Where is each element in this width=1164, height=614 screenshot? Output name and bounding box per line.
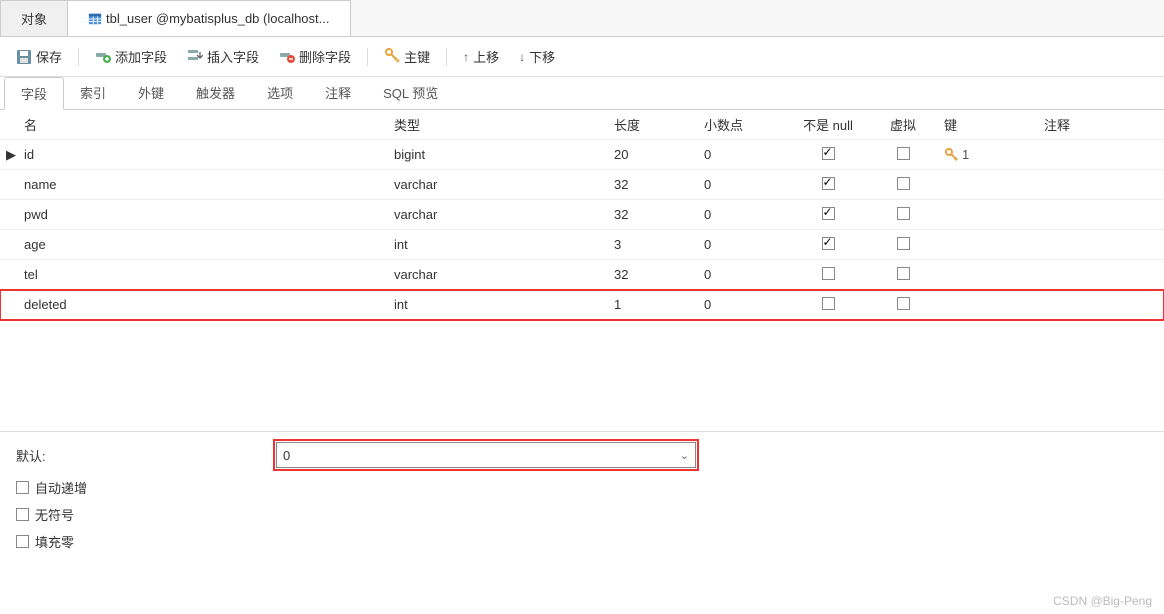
default-label: 默认: <box>16 446 276 465</box>
tab-sql-preview[interactable]: SQL 预览 <box>367 77 454 109</box>
cell-decimals[interactable]: 0 <box>698 267 788 282</box>
auto-increment-checkbox[interactable]: 自动递增 <box>16 478 1148 497</box>
table-row[interactable]: ▶idbigint200 1 <box>0 140 1164 170</box>
cell-virtual[interactable] <box>868 207 938 223</box>
tab-options[interactable]: 选项 <box>251 77 309 109</box>
arrow-down-icon: ↓ <box>519 50 525 64</box>
cell-length[interactable]: 3 <box>608 237 698 252</box>
fields-grid: 名 类型 长度 小数点 不是 null 虚拟 键 注释 ▶idbigint200… <box>0 110 1164 321</box>
cell-length[interactable]: 20 <box>608 147 698 162</box>
insert-field-button[interactable]: 插入字段 <box>179 43 267 70</box>
cell-length[interactable]: 32 <box>608 177 698 192</box>
move-up-button[interactable]: ↑上移 <box>455 43 507 70</box>
cell-type[interactable]: varchar <box>388 267 608 282</box>
tab-foreign-keys[interactable]: 外键 <box>122 77 180 109</box>
table-row[interactable]: telvarchar320 <box>0 260 1164 290</box>
tab-indexes[interactable]: 索引 <box>64 77 122 109</box>
tab-table-editor[interactable]: tbl_user @mybatisplus_db (localhost... <box>67 0 350 36</box>
cell-decimals[interactable]: 0 <box>698 177 788 192</box>
add-field-button[interactable]: 添加字段 <box>87 43 175 70</box>
arrow-up-icon: ↑ <box>463 50 469 64</box>
table-icon <box>88 12 102 26</box>
tab-fields[interactable]: 字段 <box>4 77 64 110</box>
col-decimals[interactable]: 小数点 <box>698 115 788 134</box>
key-icon <box>384 47 400 66</box>
unsigned-checkbox[interactable]: 无符号 <box>16 505 1148 524</box>
tab-comment[interactable]: 注释 <box>309 77 367 109</box>
cell-name[interactable]: age <box>18 237 388 252</box>
cell-type[interactable]: varchar <box>388 207 608 222</box>
cell-key[interactable]: 1 <box>938 147 1038 163</box>
cell-type[interactable]: int <box>388 297 608 312</box>
zerofill-checkbox[interactable]: 填充零 <box>16 532 1148 551</box>
cell-type[interactable]: bigint <box>388 147 608 162</box>
top-tabs: 对象 tbl_user @mybatisplus_db (localhost..… <box>0 0 1164 37</box>
cell-name[interactable]: deleted <box>18 297 388 312</box>
subtabs: 字段 索引 外键 触发器 选项 注释 SQL 预览 <box>0 77 1164 110</box>
chevron-down-icon: ⌄ <box>680 449 689 462</box>
col-not-null[interactable]: 不是 null <box>788 115 868 134</box>
tab-objects[interactable]: 对象 <box>0 0 68 36</box>
cell-virtual[interactable] <box>868 177 938 193</box>
col-length[interactable]: 长度 <box>608 115 698 134</box>
cell-type[interactable]: int <box>388 237 608 252</box>
field-properties: 默认: 0 ⌄ 自动递增 无符号 填充零 <box>0 431 1164 569</box>
toolbar: 保存 添加字段 插入字段 删除字段 主键 ↑上移 ↓下移 <box>0 37 1164 77</box>
cell-not-null[interactable] <box>788 237 868 253</box>
col-name[interactable]: 名 <box>18 115 388 134</box>
cell-not-null[interactable] <box>788 267 868 283</box>
cell-name[interactable]: pwd <box>18 207 388 222</box>
primary-key-button[interactable]: 主键 <box>376 43 438 70</box>
add-icon <box>95 47 111 66</box>
cell-name[interactable]: id <box>18 147 388 162</box>
save-icon <box>16 49 32 65</box>
watermark: CSDN @Big-Peng <box>1053 594 1152 608</box>
save-button[interactable]: 保存 <box>8 43 70 70</box>
cell-type[interactable]: varchar <box>388 177 608 192</box>
grid-header: 名 类型 长度 小数点 不是 null 虚拟 键 注释 <box>0 110 1164 140</box>
table-row[interactable]: pwdvarchar320 <box>0 200 1164 230</box>
delete-icon <box>279 47 295 66</box>
cell-not-null[interactable] <box>788 147 868 163</box>
cell-virtual[interactable] <box>868 147 938 163</box>
col-comment[interactable]: 注释 <box>1038 115 1164 134</box>
cell-decimals[interactable]: 0 <box>698 207 788 222</box>
col-key[interactable]: 键 <box>938 115 1038 134</box>
default-value-combo[interactable]: 0 ⌄ <box>276 442 696 468</box>
cell-virtual[interactable] <box>868 237 938 253</box>
cell-not-null[interactable] <box>788 177 868 193</box>
cell-name[interactable]: tel <box>18 267 388 282</box>
cell-length[interactable]: 32 <box>608 267 698 282</box>
table-row[interactable]: ageint30 <box>0 230 1164 260</box>
delete-field-button[interactable]: 删除字段 <box>271 43 359 70</box>
table-row[interactable]: deletedint10 <box>0 290 1164 320</box>
cell-virtual[interactable] <box>868 267 938 283</box>
cell-decimals[interactable]: 0 <box>698 297 788 312</box>
col-type[interactable]: 类型 <box>388 115 608 134</box>
cell-not-null[interactable] <box>788 297 868 313</box>
cell-virtual[interactable] <box>868 297 938 313</box>
cell-not-null[interactable] <box>788 207 868 223</box>
table-row[interactable]: namevarchar320 <box>0 170 1164 200</box>
insert-icon <box>187 47 203 66</box>
col-virtual[interactable]: 虚拟 <box>868 115 938 134</box>
cell-length[interactable]: 32 <box>608 207 698 222</box>
move-down-button[interactable]: ↓下移 <box>511 43 563 70</box>
cell-length[interactable]: 1 <box>608 297 698 312</box>
cell-name[interactable]: name <box>18 177 388 192</box>
cell-decimals[interactable]: 0 <box>698 237 788 252</box>
cell-decimals[interactable]: 0 <box>698 147 788 162</box>
tab-triggers[interactable]: 触发器 <box>180 77 251 109</box>
row-marker: ▶ <box>0 147 18 163</box>
